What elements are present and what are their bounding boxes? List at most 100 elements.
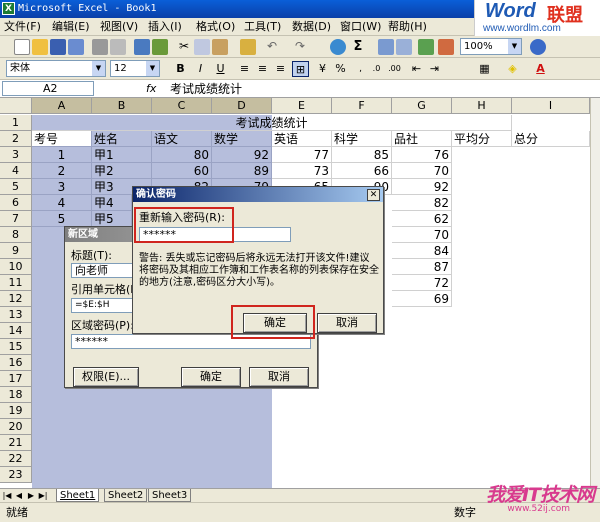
print-icon[interactable] (92, 39, 108, 55)
header-cell[interactable]: 数学 (212, 131, 272, 147)
chevron-down-icon[interactable]: ▼ (92, 61, 105, 76)
currency-icon[interactable]: ¥ (314, 61, 331, 77)
next-sheet-icon[interactable]: ▶ (26, 490, 36, 502)
menu-edit[interactable]: 编辑(E) (52, 18, 90, 36)
data-cell[interactable]: 66 (332, 163, 392, 179)
align-center-icon[interactable]: ≡ (254, 61, 271, 77)
row-header[interactable]: 4 (0, 163, 32, 179)
title-cell[interactable]: 考试成绩统计 (32, 115, 512, 131)
row-header[interactable]: 19 (0, 403, 32, 419)
header-cell[interactable]: 总分 (512, 131, 590, 147)
data-cell[interactable]: 4 (32, 195, 92, 211)
spelling-icon[interactable] (134, 39, 150, 55)
header-cell[interactable]: 科学 (332, 131, 392, 147)
row-header[interactable]: 20 (0, 419, 32, 435)
menu-help[interactable]: 帮助(H) (388, 18, 427, 36)
first-sheet-icon[interactable]: |◀ (2, 490, 12, 502)
increase-indent-icon[interactable]: ⇥ (426, 61, 443, 77)
chart-wizard-icon[interactable] (418, 39, 434, 55)
redo-icon[interactable]: ↷ (292, 39, 308, 55)
col-header-h[interactable]: H (452, 98, 512, 114)
menu-window[interactable]: 窗口(W) (340, 18, 381, 36)
col-header-i[interactable]: I (512, 98, 590, 114)
prev-sheet-icon[interactable]: ◀ (14, 490, 24, 502)
header-cell[interactable]: 英语 (272, 131, 332, 147)
fx-icon[interactable]: fx (146, 80, 156, 98)
data-cell[interactable]: 76 (392, 147, 452, 163)
data-cell[interactable]: 73 (272, 163, 332, 179)
data-cell[interactable]: 80 (152, 147, 212, 163)
confirm-cancel-button[interactable]: 取消 (317, 313, 377, 333)
row-header[interactable]: 8 (0, 227, 32, 243)
data-cell[interactable]: 92 (212, 147, 272, 163)
bold-icon[interactable]: B (172, 61, 189, 77)
data-cell[interactable]: 5 (32, 211, 92, 227)
col-header-c[interactable]: C (152, 98, 212, 114)
data-cell[interactable]: 62 (392, 211, 452, 227)
font-color-icon[interactable]: A (532, 61, 549, 77)
data-cell[interactable]: 89 (212, 163, 272, 179)
permissions-button[interactable]: 权限(E)... (73, 367, 139, 387)
menu-tools[interactable]: 工具(T) (244, 18, 281, 36)
comma-icon[interactable]: , (352, 61, 369, 77)
row-header[interactable]: 7 (0, 211, 32, 227)
paste-icon[interactable] (212, 39, 228, 55)
row-header[interactable]: 10 (0, 259, 32, 275)
header-cell[interactable]: 平均分 (452, 131, 512, 147)
decrease-indent-icon[interactable]: ⇤ (408, 61, 425, 77)
autosum-icon[interactable]: Σ (350, 39, 366, 55)
data-cell[interactable]: 60 (152, 163, 212, 179)
col-header-e[interactable]: E (272, 98, 332, 114)
hyperlink-icon[interactable] (330, 39, 346, 55)
select-all-corner[interactable] (0, 98, 32, 114)
data-cell[interactable]: 92 (392, 179, 452, 195)
tab-sheet2[interactable]: Sheet2 (104, 489, 148, 502)
sort-desc-icon[interactable] (396, 39, 412, 55)
col-header-a[interactable]: A (32, 98, 92, 114)
format-painter-icon[interactable] (240, 39, 256, 55)
italic-icon[interactable]: I (192, 61, 209, 77)
row-header[interactable]: 2 (0, 131, 32, 147)
save-icon[interactable] (50, 39, 66, 55)
row-header[interactable]: 18 (0, 387, 32, 403)
undo-icon[interactable]: ↶ (264, 39, 280, 55)
row-header[interactable]: 1 (0, 115, 32, 131)
copy-icon[interactable] (194, 39, 210, 55)
print-preview-icon[interactable] (110, 39, 126, 55)
data-cell[interactable]: 1 (32, 147, 92, 163)
tab-sheet1[interactable]: Sheet1 (56, 489, 100, 502)
col-header-b[interactable]: B (92, 98, 152, 114)
percent-icon[interactable]: % (332, 61, 349, 77)
data-cell[interactable]: 82 (392, 195, 452, 211)
ref-input[interactable]: =$E:$H (71, 298, 133, 313)
menu-view[interactable]: 视图(V) (100, 18, 138, 36)
cancel-button[interactable]: 取消 (249, 367, 309, 387)
new-file-icon[interactable] (14, 39, 30, 55)
data-cell[interactable]: 87 (392, 259, 452, 275)
permission-icon[interactable] (68, 39, 84, 55)
sort-asc-icon[interactable] (378, 39, 394, 55)
vertical-scrollbar[interactable] (590, 98, 600, 488)
chevron-down-icon[interactable]: ▼ (508, 39, 521, 54)
header-cell[interactable]: 品社 (392, 131, 452, 147)
data-cell[interactable]: 85 (332, 147, 392, 163)
drawing-icon[interactable] (438, 39, 454, 55)
row-header[interactable]: 16 (0, 355, 32, 371)
underline-icon[interactable]: U (212, 61, 229, 77)
row-header[interactable]: 14 (0, 323, 32, 339)
tab-sheet3[interactable]: Sheet3 (148, 489, 192, 502)
row-header[interactable]: 23 (0, 467, 32, 483)
row-header[interactable]: 12 (0, 291, 32, 307)
data-cell[interactable]: 甲5 (92, 211, 132, 227)
menu-format[interactable]: 格式(O) (196, 18, 235, 36)
chevron-down-icon[interactable]: ▼ (146, 61, 159, 76)
research-icon[interactable] (152, 39, 168, 55)
header-cell[interactable]: 语文 (152, 131, 212, 147)
excel-icon[interactable]: X (2, 2, 15, 15)
row-header[interactable]: 22 (0, 451, 32, 467)
title-input[interactable]: 向老师 (71, 263, 133, 278)
data-cell[interactable]: 69 (392, 291, 452, 307)
row-header[interactable]: 21 (0, 435, 32, 451)
header-cell[interactable]: 考号 (32, 131, 92, 147)
name-box[interactable]: A2 (2, 81, 94, 96)
